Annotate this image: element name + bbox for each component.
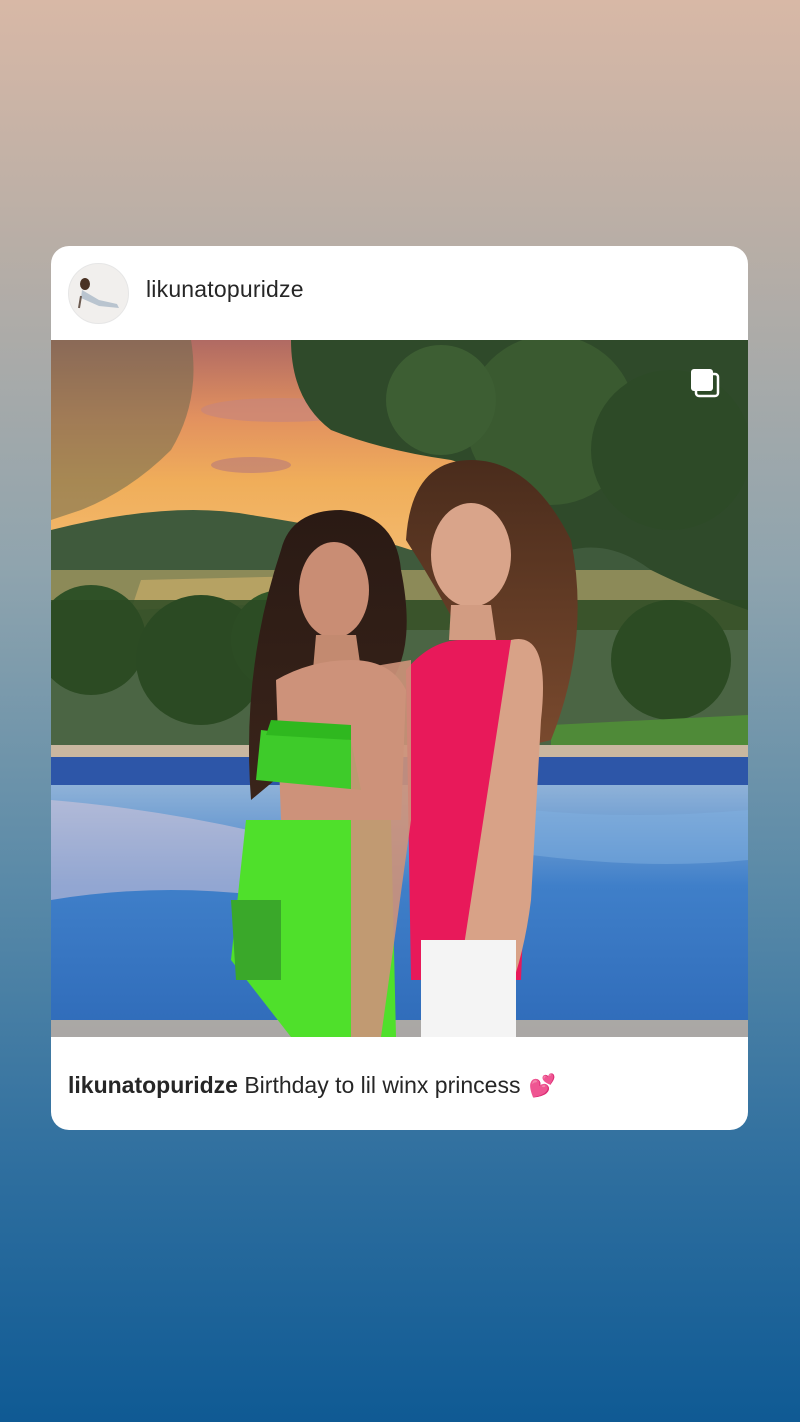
post-caption: likunatopuridze Birthday to lil winx pri…	[68, 1072, 556, 1099]
caption-username[interactable]: likunatopuridze	[68, 1072, 238, 1098]
profile-avatar[interactable]	[68, 263, 129, 324]
multiple-photos-icon	[688, 366, 722, 400]
post-username[interactable]: likunatopuridze	[146, 276, 304, 303]
post-photo[interactable]	[51, 340, 748, 1037]
caption-text: Birthday to lil winx princess	[237, 1072, 527, 1098]
shared-post-card[interactable]: likunatopuridze likunatopuridze Birthday…	[51, 246, 748, 1130]
two-hearts-icon: 💕	[528, 1073, 557, 1098]
post-header: likunatopuridze	[51, 246, 748, 340]
